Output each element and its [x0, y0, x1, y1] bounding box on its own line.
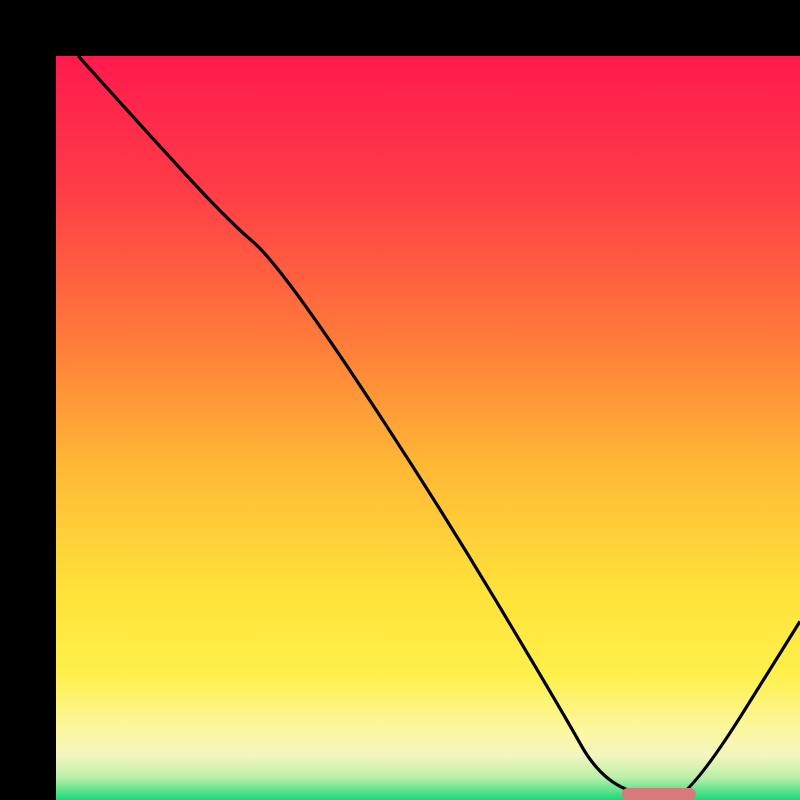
optimum-marker [621, 788, 695, 800]
chart-frame [0, 0, 800, 800]
curve-layer [56, 56, 800, 800]
bottleneck-curve [78, 56, 800, 800]
plot-area [56, 56, 800, 800]
